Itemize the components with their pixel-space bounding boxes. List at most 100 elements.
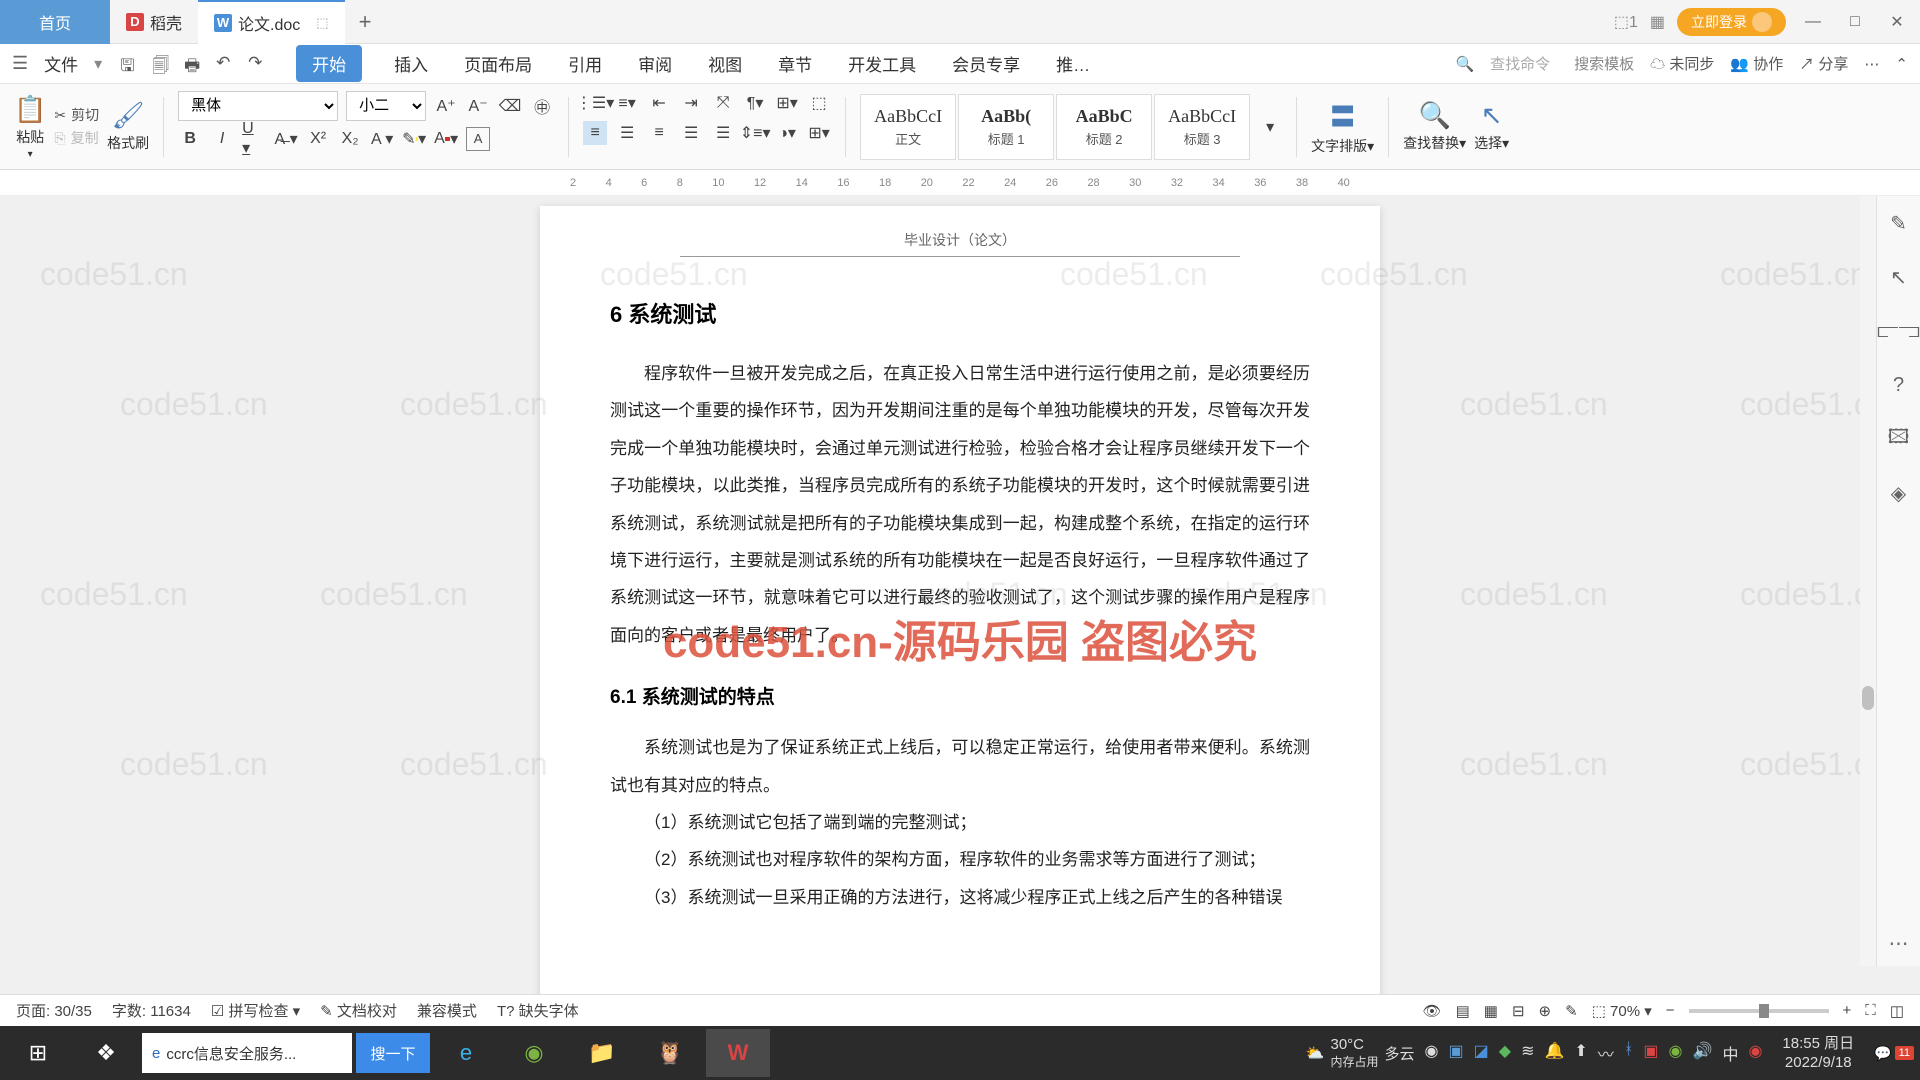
more-icon[interactable]: ⋯	[1886, 930, 1912, 956]
strikethrough-button[interactable]: A̶ ▾	[274, 127, 298, 151]
copilot-icon[interactable]: ❖	[74, 1029, 138, 1077]
apps-icon[interactable]: ▦	[1650, 12, 1665, 32]
document-area[interactable]: 毕业设计（论文） 6 系统测试 程序软件一旦被开发完成之后，在真正投入日常生活中…	[0, 196, 1920, 1026]
font-size-select[interactable]: 小二	[346, 91, 426, 121]
copy-button[interactable]: ⎘ 复制	[54, 128, 99, 148]
tab-document[interactable]: W 论文.doc ⬚	[198, 0, 345, 44]
distribute-button[interactable]: ☰	[711, 121, 735, 145]
page-layout-icon[interactable]: ▦	[1484, 1002, 1498, 1020]
pen-icon[interactable]: ✎	[1886, 210, 1912, 236]
tray-icon[interactable]: ▣	[1449, 1041, 1464, 1065]
maximize-button[interactable]: □	[1840, 7, 1870, 37]
tab-devtools[interactable]: 开发工具	[844, 45, 920, 82]
tray-icon[interactable]: ◉	[1669, 1041, 1683, 1065]
tab-button[interactable]: ⊞▾	[775, 91, 799, 115]
page-indicator[interactable]: 页面: 30/35	[16, 1000, 92, 1021]
select-button[interactable]: ↖ 选择▾	[1474, 100, 1509, 153]
decrease-font-icon[interactable]: A⁻	[466, 94, 490, 118]
help-icon[interactable]: ?	[1886, 372, 1912, 398]
underline-button[interactable]: U ▾	[242, 127, 266, 151]
styles-more-button[interactable]: ▾	[1258, 115, 1282, 139]
tab-pagelayout[interactable]: 页面布局	[460, 45, 536, 82]
clear-format-icon[interactable]: ⌫	[498, 94, 522, 118]
list-item[interactable]: （3）系统测试一旦采用正确的方法进行，这将减少程序正式上线之后产生的各种错误	[610, 879, 1310, 916]
best-fit-button[interactable]: ◫	[1890, 1002, 1904, 1020]
heading-6[interactable]: 6 系统测试	[610, 297, 1310, 329]
format-painter-button[interactable]: 🖌 格式刷	[107, 100, 149, 153]
tab-chapter[interactable]: 章节	[774, 45, 816, 82]
notification-center[interactable]: 💬 11	[1874, 1045, 1914, 1062]
wps-icon[interactable]: W	[706, 1029, 770, 1077]
minimize-button[interactable]: —	[1798, 7, 1828, 37]
volume-icon[interactable]: 🔊	[1693, 1041, 1713, 1065]
list-item[interactable]: （1）系统测试它包括了端到端的完整测试；	[610, 804, 1310, 841]
ruler[interactable]: 246810121416182022242628303234363840	[0, 170, 1920, 196]
vertical-scrollbar[interactable]	[1860, 196, 1876, 966]
zoom-slider[interactable]	[1689, 1009, 1829, 1013]
increase-indent-button[interactable]: ⇥	[679, 91, 703, 115]
decrease-indent-button[interactable]: ⇤	[647, 91, 671, 115]
zoom-fit-button[interactable]: ⬚ 70% ▾	[1592, 1002, 1652, 1020]
increase-font-icon[interactable]: A⁺	[434, 94, 458, 118]
tray-icon[interactable]: ◉	[1748, 1041, 1762, 1065]
diamond-icon[interactable]: ◈	[1886, 480, 1912, 506]
undo-icon[interactable]: ↶	[216, 53, 238, 75]
cut-button[interactable]: ✂ 剪切	[54, 105, 99, 125]
highlight-tool-icon[interactable]: ✎	[1565, 1002, 1578, 1020]
search-button[interactable]: 搜一下	[356, 1033, 430, 1073]
missing-font[interactable]: T? 缺失字体	[497, 1000, 579, 1021]
italic-button[interactable]: I	[210, 127, 234, 151]
borders-button[interactable]: ⊞▾	[807, 121, 831, 145]
tab-daoke[interactable]: D 稻壳	[110, 0, 198, 44]
tray-icon[interactable]: ⬆	[1574, 1041, 1587, 1065]
tab-home[interactable]: 首页	[0, 0, 110, 44]
more-icon[interactable]: ⋯	[1864, 55, 1879, 73]
collapse-ribbon-icon[interactable]: ⌃	[1895, 55, 1908, 73]
tray-icon[interactable]: ◉	[1425, 1041, 1439, 1065]
text-layout-button[interactable]: 〓 文字排版▾	[1311, 97, 1374, 156]
tab-review[interactable]: 审阅	[634, 45, 676, 82]
tab-vip[interactable]: 会员专享	[948, 45, 1024, 82]
tab-references[interactable]: 引用	[564, 45, 606, 82]
style-heading3[interactable]: AaBbCcI标题 3	[1154, 94, 1250, 160]
find-replace-button[interactable]: 🔍 查找替换▾	[1403, 100, 1466, 153]
styles-gallery[interactable]: AaBbCcI正文 AaBb(标题 1 AaBbC标题 2 AaBbCcI标题 …	[860, 94, 1250, 160]
style-heading1[interactable]: AaBb(标题 1	[958, 94, 1054, 160]
font-name-select[interactable]: 黑体	[178, 91, 338, 121]
redo-icon[interactable]: ↷	[248, 53, 270, 75]
save-icon[interactable]: 🖫	[120, 53, 142, 75]
clock[interactable]: 18:55 周日 2022/9/18	[1772, 1034, 1864, 1073]
ime-indicator[interactable]: 中	[1722, 1041, 1738, 1065]
zoom-out-button[interactable]: −	[1666, 1002, 1675, 1019]
outline-icon[interactable]: ⊟	[1512, 1002, 1525, 1020]
ie-icon[interactable]: e	[434, 1029, 498, 1077]
browser-icon[interactable]: ◉	[502, 1029, 566, 1077]
tab-popup-icon[interactable]: ⬚	[316, 15, 328, 31]
superscript-button[interactable]: X²	[306, 127, 330, 151]
window-mode-icon[interactable]: ⬚1	[1614, 12, 1638, 32]
zoom-in-button[interactable]: +	[1843, 1002, 1852, 1019]
heading-6-1[interactable]: 6.1 系统测试的特点	[610, 682, 1310, 709]
file-menu[interactable]: 文件	[38, 51, 84, 76]
collab-button[interactable]: 👥 协作	[1730, 53, 1783, 74]
page[interactable]: 毕业设计（论文） 6 系统测试 程序软件一旦被开发完成之后，在真正投入日常生活中…	[540, 206, 1380, 1026]
print-preview-icon[interactable]: 🗐	[152, 53, 174, 75]
print-icon[interactable]: 🖶	[184, 53, 206, 75]
tray-icon[interactable]: ◪	[1474, 1041, 1489, 1065]
tab-more[interactable]: 推…	[1052, 45, 1094, 82]
bluetooth-icon[interactable]: ᚼ	[1624, 1041, 1634, 1065]
subscript-button[interactable]: X₂	[338, 127, 362, 151]
web-layout-icon[interactable]: ⊕	[1539, 1002, 1552, 1020]
style-heading2[interactable]: AaBbC标题 2	[1056, 94, 1152, 160]
proofing-button[interactable]: ✎ 文档校对	[320, 1000, 397, 1021]
tray-icon[interactable]: ◆	[1499, 1041, 1511, 1065]
sort-button[interactable]: ⤧	[711, 91, 735, 115]
align-center-button[interactable]: ☰	[615, 121, 639, 145]
tray-icon[interactable]: 〰	[1598, 1041, 1614, 1065]
fullscreen-button[interactable]: ⛶	[1865, 1002, 1876, 1019]
align-justify-button[interactable]: ☰	[679, 121, 703, 145]
highlight-button[interactable]: ✎▾	[402, 127, 426, 151]
tab-add[interactable]: +	[345, 9, 386, 35]
paragraph[interactable]: 程序软件一旦被开发完成之后，在真正投入日常生活中进行运行使用之前，是必须要经历测…	[610, 355, 1310, 654]
tray-icon[interactable]: ▣	[1643, 1041, 1658, 1065]
